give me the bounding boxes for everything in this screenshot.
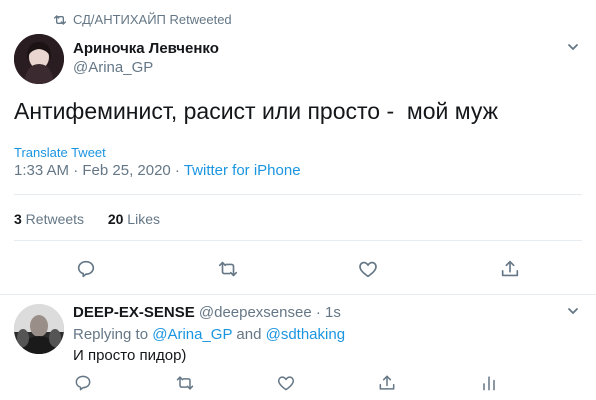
translate-tweet-link[interactable]: Translate Tweet: [14, 145, 106, 161]
tweet-timestamp[interactable]: 1:33 AM · Feb 25, 2020 ·: [14, 162, 184, 179]
tweet-text: Антифеминист, расист или просто - мой му…: [14, 98, 498, 124]
retweeted-by-label[interactable]: СД/АНТИХАЙП Retweeted: [73, 12, 232, 28]
likes-label: Likes: [123, 211, 160, 227]
chevron-down-icon[interactable]: [566, 40, 580, 54]
author-display-name[interactable]: Ариночка Левченко: [73, 40, 219, 58]
tweet-metadata: 1:33 AM · Feb 25, 2020 · Twitter for iPh…: [14, 161, 301, 181]
replying-to: Replying to @Arina_GP and @sdthaking: [73, 325, 345, 345]
divider: [14, 240, 582, 241]
share-icon[interactable]: [499, 258, 521, 280]
reply-icon[interactable]: [73, 373, 93, 393]
tweet-separator: [0, 294, 596, 295]
reply-author: DEEP-EX-SENSE @deepexsensee · 1s: [73, 304, 341, 322]
reply-avatar[interactable]: [14, 304, 64, 354]
reply-display-name[interactable]: DEEP-EX-SENSE: [73, 304, 195, 321]
reply-icon[interactable]: [75, 258, 97, 280]
retweet-banner-icon: [52, 12, 68, 28]
retweet-icon[interactable]: [217, 258, 239, 280]
like-icon[interactable]: [357, 258, 379, 280]
share-icon[interactable]: [377, 373, 397, 393]
replying-prefix: Replying to: [73, 326, 153, 343]
replying-and: and: [232, 326, 266, 343]
avatar[interactable]: [14, 34, 64, 84]
reply-text: И просто пидор): [73, 347, 187, 364]
analytics-icon[interactable]: [479, 373, 499, 393]
retweets-stat[interactable]: 3 Retweets: [14, 211, 84, 227]
chevron-down-icon[interactable]: [566, 304, 580, 318]
like-icon[interactable]: [276, 373, 296, 393]
author-handle[interactable]: @Arina_GP: [73, 59, 153, 77]
retweets-count: 3: [14, 211, 22, 227]
mention-link[interactable]: @sdthaking: [266, 326, 345, 343]
likes-count: 20: [107, 211, 124, 227]
retweet-icon[interactable]: [175, 373, 195, 393]
divider: [14, 194, 582, 195]
retweets-label: Retweets: [21, 211, 85, 227]
tweet-source-link[interactable]: Twitter for iPhone: [184, 162, 301, 179]
reply-handle-and-time[interactable]: @deepexsensee · 1s: [195, 304, 341, 321]
likes-stat[interactable]: 20 Likes: [108, 211, 160, 227]
tweet-stats: 3 Retweets 20 Likes: [14, 210, 160, 228]
mention-link[interactable]: @Arina_GP: [152, 326, 232, 343]
